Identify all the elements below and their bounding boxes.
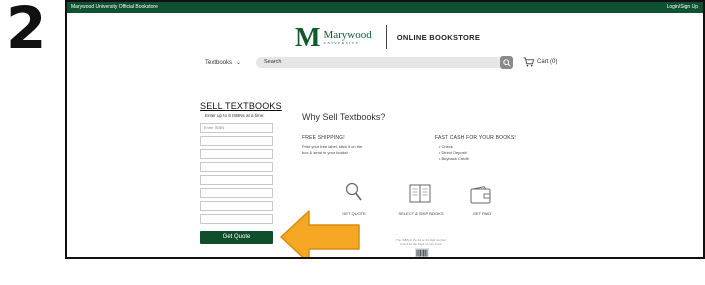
logo-letter: M — [295, 22, 321, 52]
search-button[interactable] — [500, 56, 513, 69]
logo-name: Marywood — [323, 29, 372, 41]
orange-arrow-icon — [280, 210, 360, 257]
isbn-input[interactable] — [200, 136, 273, 146]
sell-instructions: Enter up to 8 ISBNs at a time: — [205, 113, 265, 118]
wallet-icon — [470, 186, 491, 204]
sell-textbooks-heading: SELL TEXTBOOKS — [200, 101, 282, 111]
store-title: ONLINE BOOKSTORE — [396, 32, 481, 42]
free-shipping-heading: FREE SHIPPING! — [302, 135, 345, 141]
isbn-input[interactable] — [200, 201, 273, 211]
logo-subtitle: UNIVERSITY — [323, 41, 360, 45]
step-number: 2 — [6, 0, 47, 62]
step-label: SELECT & SHIP BOOKS — [398, 211, 444, 216]
magnifier-icon — [345, 182, 362, 201]
chevron-down-icon: ⌄ — [236, 60, 242, 66]
browser-screenshot: Marywood University Official Bookstore L… — [65, 0, 705, 259]
barcode-icon — [415, 248, 429, 257]
book-icon — [409, 184, 431, 203]
cart-label: Cart (0) — [537, 59, 558, 65]
why-sell-heading: Why Sell Textbooks? — [302, 112, 386, 122]
get-quote-button[interactable]: Get Quote — [200, 231, 273, 244]
step-label: GET PAID — [472, 211, 492, 216]
login-link[interactable]: Login/Sign Up — [667, 2, 698, 13]
cart-link[interactable]: Cart (0) — [523, 57, 557, 67]
logo-divider — [385, 25, 387, 49]
brand-logo[interactable]: M Marywood UNIVERSITY ONLINE BOOKSTORE — [295, 22, 481, 52]
isbn-input[interactable]: Enter ISBN — [200, 123, 273, 133]
isbn-input[interactable] — [200, 175, 273, 185]
isbn-help-text: The ISBN is the 10 or 13 digit number fo… — [387, 238, 455, 246]
textbooks-menu[interactable]: Textbooks ⌄ — [205, 59, 242, 67]
isbn-help-line: found on the back of your book — [400, 242, 442, 246]
store-name-link[interactable]: Marywood University Official Bookstore — [71, 2, 158, 13]
fast-cash-heading: FAST CASH FOR YOUR BOOKS! — [435, 135, 516, 141]
cart-icon — [523, 57, 534, 67]
logo-wordmark: Marywood UNIVERSITY — [323, 29, 371, 45]
textbooks-label: Textbooks — [205, 59, 233, 66]
isbn-input[interactable] — [200, 162, 273, 172]
isbn-input[interactable] — [200, 214, 273, 224]
top-bar: Marywood University Official Bookstore L… — [67, 2, 703, 13]
isbn-input[interactable] — [200, 149, 273, 159]
isbn-input[interactable] — [200, 188, 273, 198]
fast-cash-item: • Buyback Credit — [439, 156, 469, 161]
search-icon — [502, 58, 511, 67]
free-shipping-line: box & send in your books! — [302, 150, 349, 155]
search-input[interactable]: Search — [256, 57, 504, 68]
